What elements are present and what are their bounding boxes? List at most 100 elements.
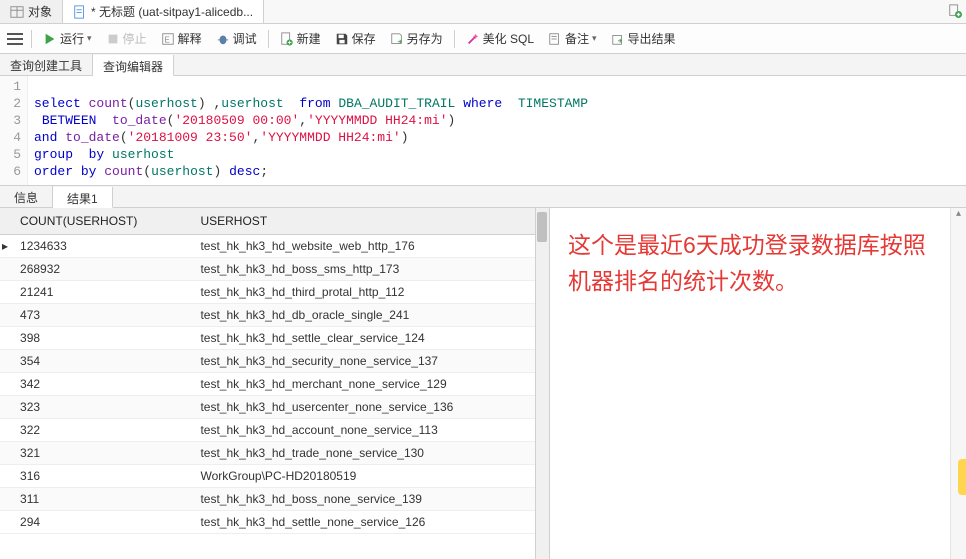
toolbar-separator (268, 30, 269, 48)
code-area[interactable]: select count(userhost) ,userhost from DB… (28, 76, 594, 185)
table-row[interactable]: 322test_hk_hk3_hd_account_none_service_1… (0, 419, 549, 442)
tab-query-editor[interactable]: 查询编辑器 (93, 55, 174, 76)
cell-userhost[interactable]: test_hk_hk3_hd_third_protal_http_112 (190, 281, 549, 304)
table-row[interactable]: 323test_hk_hk3_hd_usercenter_none_servic… (0, 396, 549, 419)
row-marker (0, 465, 10, 488)
cell-count[interactable]: 323 (10, 396, 190, 419)
file-tabs-bar: 对象 * 无标题 (uat-sitpay1-alicedb... (0, 0, 966, 24)
table-row[interactable]: 398test_hk_hk3_hd_settle_clear_service_1… (0, 327, 549, 350)
cell-userhost[interactable]: test_hk_hk3_hd_settle_none_service_126 (190, 511, 549, 534)
tab-info-label: 信息 (14, 191, 38, 205)
results-area: COUNT(USERHOST) USERHOST ▸1234633test_hk… (0, 208, 966, 559)
toolbar-separator (454, 30, 455, 48)
cell-userhost[interactable]: test_hk_hk3_hd_trade_none_service_130 (190, 442, 549, 465)
save-button[interactable]: 保存 (329, 27, 382, 50)
debug-label: 调试 (233, 30, 257, 47)
run-label: 运行 (60, 30, 84, 47)
tab-result1-label: 结果1 (67, 192, 98, 206)
row-marker (0, 304, 10, 327)
result-tabs: 信息 结果1 (0, 186, 966, 208)
row-marker (0, 373, 10, 396)
cell-userhost[interactable]: WorkGroup\PC-HD20180519 (190, 465, 549, 488)
cell-count[interactable]: 473 (10, 304, 190, 327)
cell-userhost[interactable]: test_hk_hk3_hd_account_none_service_113 (190, 419, 549, 442)
table-row[interactable]: 21241test_hk_hk3_hd_third_protal_http_11… (0, 281, 549, 304)
cell-count[interactable]: 342 (10, 373, 190, 396)
tab-result1[interactable]: 结果1 (53, 187, 113, 208)
save-label: 保存 (352, 30, 376, 47)
row-marker (0, 419, 10, 442)
export-icon (611, 32, 625, 46)
table-row[interactable]: 316WorkGroup\PC-HD20180519 (0, 465, 549, 488)
table-icon (10, 5, 24, 19)
cell-count[interactable]: 1234633 (10, 235, 190, 258)
sql-editor[interactable]: 123456 select count(userhost) ,userhost … (0, 76, 966, 186)
cell-userhost[interactable]: test_hk_hk3_hd_db_oracle_single_241 (190, 304, 549, 327)
table-row[interactable]: ▸1234633test_hk_hk3_hd_website_web_http_… (0, 235, 549, 258)
new-doc-plus-icon (948, 4, 962, 18)
table-row[interactable]: 268932test_hk_hk3_hd_boss_sms_http_173 (0, 258, 549, 281)
cell-userhost[interactable]: test_hk_hk3_hd_boss_none_service_139 (190, 488, 549, 511)
tab-query-builder[interactable]: 查询创建工具 (0, 54, 93, 75)
results-grid[interactable]: COUNT(USERHOST) USERHOST ▸1234633test_hk… (0, 208, 549, 534)
sql-file-icon (73, 5, 87, 19)
run-button[interactable]: 运行 ▾ (37, 27, 98, 50)
row-marker (0, 327, 10, 350)
wand-icon (466, 32, 480, 46)
tab-object[interactable]: 对象 (0, 0, 63, 23)
col-userhost-header[interactable]: USERHOST (190, 208, 549, 235)
table-row[interactable]: 321test_hk_hk3_hd_trade_none_service_130 (0, 442, 549, 465)
explain-icon: E (161, 32, 175, 46)
explain-label: 解释 (178, 30, 202, 47)
beautify-button[interactable]: 美化 SQL (460, 27, 540, 50)
cell-userhost[interactable]: test_hk_hk3_hd_merchant_none_service_129 (190, 373, 549, 396)
cell-count[interactable]: 398 (10, 327, 190, 350)
saveas-button[interactable]: 另存为 (384, 27, 449, 50)
cell-count[interactable]: 354 (10, 350, 190, 373)
line-gutter: 123456 (0, 76, 28, 185)
new-label: 新建 (297, 30, 321, 47)
cell-count[interactable]: 21241 (10, 281, 190, 304)
cell-userhost[interactable]: test_hk_hk3_hd_settle_clear_service_124 (190, 327, 549, 350)
table-row[interactable]: 294test_hk_hk3_hd_settle_none_service_12… (0, 511, 549, 534)
save-icon (335, 32, 349, 46)
memo-dropdown-caret: ▾ (592, 33, 597, 44)
annotation-scrollbar[interactable]: ▴ (950, 208, 966, 559)
memo-button[interactable]: 备注 ▾ (542, 27, 603, 50)
cell-count[interactable]: 322 (10, 419, 190, 442)
grid-scrollbar[interactable] (535, 208, 549, 559)
row-marker: ▸ (0, 235, 10, 258)
saveas-label: 另存为 (407, 30, 443, 47)
cell-userhost[interactable]: test_hk_hk3_hd_website_web_http_176 (190, 235, 549, 258)
hamburger-menu-button[interactable] (4, 28, 26, 50)
table-row[interactable]: 473test_hk_hk3_hd_db_oracle_single_241 (0, 304, 549, 327)
cell-userhost[interactable]: test_hk_hk3_hd_security_none_service_137 (190, 350, 549, 373)
yellow-marker (958, 459, 966, 495)
table-row[interactable]: 354test_hk_hk3_hd_security_none_service_… (0, 350, 549, 373)
new-query-corner-button[interactable] (946, 2, 964, 20)
export-button[interactable]: 导出结果 (605, 27, 682, 50)
tab-untitled[interactable]: * 无标题 (uat-sitpay1-alicedb... (63, 0, 264, 23)
new-button[interactable]: 新建 (274, 27, 327, 50)
row-marker (0, 396, 10, 419)
row-marker (0, 258, 10, 281)
stop-button[interactable]: 停止 (100, 27, 153, 50)
col-count-header[interactable]: COUNT(USERHOST) (10, 208, 190, 235)
cell-count[interactable]: 268932 (10, 258, 190, 281)
cell-userhost[interactable]: test_hk_hk3_hd_boss_sms_http_173 (190, 258, 549, 281)
cell-count[interactable]: 316 (10, 465, 190, 488)
scroll-up-icon[interactable]: ▴ (951, 208, 966, 224)
cell-count[interactable]: 311 (10, 488, 190, 511)
table-row[interactable]: 342test_hk_hk3_hd_merchant_none_service_… (0, 373, 549, 396)
grid-scroll-thumb[interactable] (537, 212, 547, 242)
tab-info[interactable]: 信息 (0, 186, 53, 207)
annotation-panel: 这个是最近6天成功登录数据库按照机器排名的统计次数。 ▴ (550, 208, 966, 559)
explain-button[interactable]: E 解释 (155, 27, 208, 50)
cell-count[interactable]: 321 (10, 442, 190, 465)
debug-button[interactable]: 调试 (210, 27, 263, 50)
cell-count[interactable]: 294 (10, 511, 190, 534)
table-row[interactable]: 311test_hk_hk3_hd_boss_none_service_139 (0, 488, 549, 511)
results-grid-wrap[interactable]: COUNT(USERHOST) USERHOST ▸1234633test_hk… (0, 208, 550, 559)
memo-icon (548, 32, 562, 46)
cell-userhost[interactable]: test_hk_hk3_hd_usercenter_none_service_1… (190, 396, 549, 419)
